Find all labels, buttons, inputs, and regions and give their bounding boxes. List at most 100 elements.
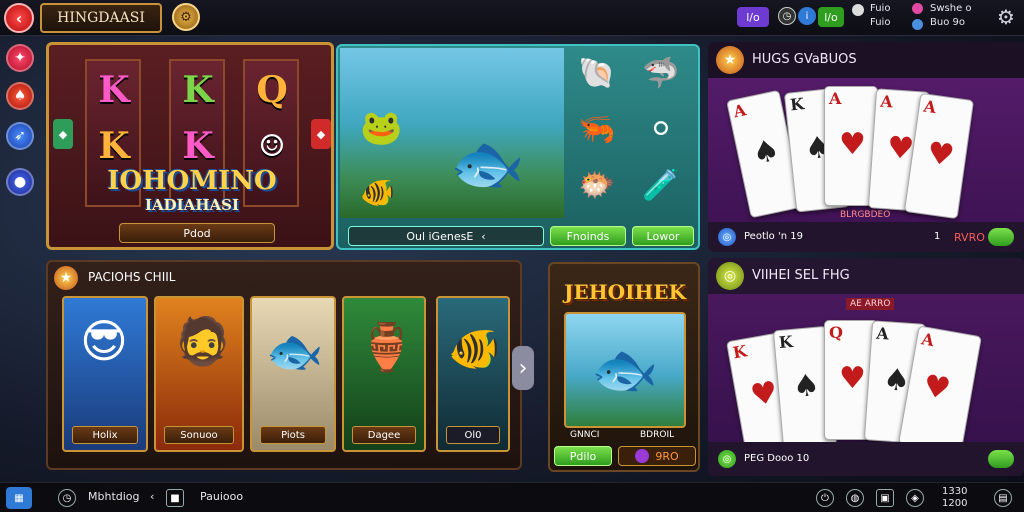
status-bar: ▦ ◷ Mbhtdiog ‹ ■ Pauiooo ⏻ ◍ ▣ ◈ 1330 12…	[0, 482, 1024, 512]
card-rank: Q	[829, 323, 843, 342]
info-icon[interactable]: i	[798, 7, 816, 25]
reel-symbol: K	[98, 69, 130, 111]
spade-icon: ♠	[791, 367, 822, 405]
fishing-button-2[interactable]: Lowor	[632, 226, 694, 246]
heart-icon: ♥	[839, 127, 866, 162]
featured-value-text: 9RO	[655, 449, 679, 463]
gear-icon[interactable]: ⚙	[994, 5, 1018, 29]
shark-icon: 🦈	[642, 55, 680, 91]
toggle-switch[interactable]	[988, 450, 1014, 468]
game-tile-label: Ol0	[446, 426, 500, 444]
cards-top-foot-value: RVRO	[954, 231, 985, 244]
pearl-icon: ⚪	[648, 111, 674, 147]
app-title: HINGDAASI	[40, 3, 162, 33]
spade-icon: ♠	[13, 88, 27, 104]
cards-top-footer: ◎ Peotlo 'n 19 1 RVRO	[708, 222, 1024, 252]
sidebar-item-d[interactable]: ●	[6, 168, 34, 196]
cards-bottom-caption: AE ARRO	[846, 298, 895, 310]
featured-value[interactable]: 9RO	[618, 446, 696, 466]
slot-logo: IOHOMINO IADIAHASI	[99, 168, 285, 219]
cards-panel-bottom[interactable]: ◎ VIIHEI SEL FHG AE ARRO K ♥ K ♠ Q ♥ A ♠ A ♥ …	[708, 258, 1024, 476]
game-tile-3[interactable]: 🐟 Piots	[250, 296, 336, 452]
coin-badge-icon: ◎	[716, 262, 744, 290]
status-item-2[interactable]: Pauiooo	[200, 490, 243, 503]
row-title: PACIOHS CHIIL	[88, 270, 176, 284]
toggle-switch[interactable]	[988, 228, 1014, 246]
fish-icon: 🐠	[448, 324, 501, 373]
game-tile-label: Piots	[260, 426, 326, 444]
top-bar: ‹ HINGDAASI ⚙ l/o ◷ i l/o Fuio Fuio Swsh…	[0, 0, 1024, 36]
slot-game-panel[interactable]: ◆ ◆ K K K K Q ☺ IOHOMINO IADIAHASI Pdod	[46, 42, 334, 250]
featured-game-panel[interactable]: JEHOIHEK 🐟 GNNCI BDROIL Pdilo 9RO	[548, 262, 700, 472]
star-icon[interactable]	[912, 19, 923, 30]
back-arrow-icon[interactable]: ‹	[4, 3, 34, 33]
fishing-scene: 🐸 🐟 🐠	[340, 48, 564, 218]
fish-grid: 🐚 🦈 🦐 ⚪ 🐡 🧪	[568, 50, 696, 218]
sidebar-item-b[interactable]: ♠	[6, 82, 34, 110]
game-tile-1[interactable]: 😎 Holix	[62, 296, 148, 452]
card-rank: A	[879, 91, 894, 112]
game-tile-4[interactable]: 🏺 Dagee	[342, 296, 426, 452]
fishing-game-panel[interactable]: 🐸 🐟 🐠 🐚 🦈 🦐 ⚪ 🐡 🧪 Oul iGenesE ‹ Fnoinds …	[336, 44, 700, 250]
purple-chip[interactable]: l/o	[737, 7, 769, 27]
power-icon[interactable]: ⏻	[816, 489, 834, 507]
fishing-button-1[interactable]: Fnoinds	[550, 226, 626, 246]
reel-symbol: K	[182, 125, 214, 167]
flame-icon: ✦	[14, 50, 26, 66]
heart-icon[interactable]	[912, 3, 923, 14]
game-tile-2[interactable]: 🧔 Sonuoo	[154, 296, 244, 452]
mute-icon[interactable]: ◈	[906, 489, 924, 507]
small-fish-icon: 🐠	[360, 176, 395, 209]
fishing-search-bar[interactable]: Oul iGenesE ‹	[348, 226, 544, 246]
card-rank: K	[789, 94, 805, 115]
globe-icon[interactable]: ◍	[846, 489, 864, 507]
chevron-left-icon: ‹	[481, 229, 486, 243]
sidebar-item-c[interactable]: ➶	[6, 122, 34, 150]
card-rank: A	[731, 100, 748, 122]
reel-symbol: K	[182, 69, 214, 111]
game-tile-5[interactable]: 🐠 Ol0	[436, 296, 510, 452]
game-row-panel: ★ PACIOHS CHIIL 😎 Holix 🧔 Sonuoo 🐟 Piots…	[46, 260, 522, 470]
chevron-left-icon[interactable]: ‹	[150, 490, 154, 503]
row-badge-icon: ★	[54, 266, 78, 290]
chip-icon: ◎	[718, 450, 736, 468]
slot-logo-subtitle: IADIAHASI	[145, 196, 239, 214]
sidebar-item-a[interactable]: ✦	[6, 44, 34, 72]
clock-icon[interactable]: ◷	[778, 7, 796, 25]
medal-icon[interactable]: ⚙	[172, 3, 200, 31]
label-a1: Fuio	[870, 3, 891, 14]
chevron-right-icon[interactable]: ›	[512, 346, 534, 390]
character-icon: 🧔	[174, 314, 232, 368]
fish-icon: 🐟	[266, 324, 324, 378]
pirate-icon: ☺	[258, 128, 286, 164]
windows-icon[interactable]: ▦	[6, 487, 32, 509]
label-b1: Swshe o	[930, 3, 972, 14]
golden-fish-icon: 🐡	[578, 167, 616, 203]
clock-icon[interactable]: ◷	[58, 489, 76, 507]
notification-icon[interactable]: ▤	[994, 489, 1012, 507]
green-chip[interactable]: l/o	[818, 7, 844, 27]
window-icon[interactable]: ▣	[876, 489, 894, 507]
status-nums-1: 1330	[942, 486, 968, 497]
treasure-icon: 🏺	[358, 320, 416, 374]
coin-icon: ●	[13, 174, 27, 190]
lock-icon[interactable]: ■	[166, 489, 184, 507]
heart-icon: ♥	[920, 368, 954, 408]
slot-play-button[interactable]: Pdod	[119, 223, 275, 243]
status-item-1[interactable]: Mbhtdiog	[88, 490, 140, 503]
chip-icon: ◎	[718, 228, 736, 246]
heart-icon: ♥	[924, 135, 957, 174]
label-b2: Buo 9o	[930, 17, 965, 28]
featured-play-button[interactable]: Pdilo	[554, 446, 612, 466]
cards-bottom-footer: ◎ PEG Dooo 10	[708, 442, 1024, 476]
game-tile-label: Sonuoo	[164, 426, 234, 444]
label-a2: Fuio	[870, 17, 891, 28]
fishing-search-label: Oul iGenesE	[406, 229, 474, 243]
heart-icon: ♥	[839, 361, 866, 396]
cards-panel-top[interactable]: ★ HUGS GVaBUOS A ♠ K ♠ A ♥ A ♥ A ♥ BLRGBDEO ◎…	[708, 42, 1024, 252]
user-icon[interactable]	[852, 4, 864, 16]
game-tile-label: Holix	[72, 426, 138, 444]
frog-icon: 🐸	[360, 108, 403, 148]
cards-bottom-header: ◎ VIIHEI SEL FHG	[708, 258, 1024, 294]
fish-icon: ➶	[14, 128, 26, 144]
